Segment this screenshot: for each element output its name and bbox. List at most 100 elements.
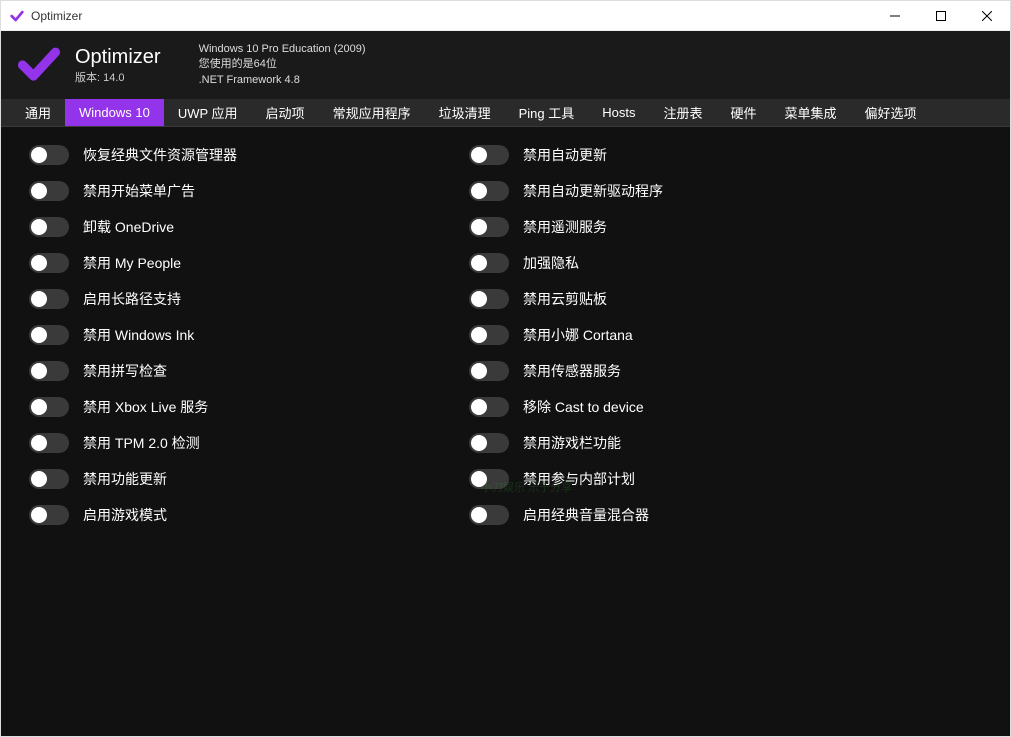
tab-7[interactable]: Hosts [588, 99, 649, 126]
toggle-knob [31, 255, 47, 271]
window-title: Optimizer [31, 9, 872, 23]
toggle-row-left-3: 禁用 My People [29, 253, 429, 273]
toggle-label: 禁用拼写检查 [83, 361, 167, 381]
net-info: .NET Framework 4.8 [199, 73, 366, 88]
toggle-knob [471, 363, 487, 379]
toggle-label: 禁用云剪贴板 [523, 289, 607, 309]
toggle-switch[interactable] [29, 433, 69, 453]
toggle-switch[interactable] [29, 397, 69, 417]
app-window: Optimizer Optimizer 版本: 14.0 Win [0, 0, 1011, 737]
close-button[interactable] [964, 1, 1010, 30]
tab-4[interactable]: 常规应用程序 [319, 99, 425, 126]
toggle-knob [31, 327, 47, 343]
toggle-label: 禁用自动更新 [523, 145, 607, 165]
toggle-switch[interactable] [29, 253, 69, 273]
toggle-row-left-9: 禁用功能更新 [29, 469, 429, 489]
toggle-switch[interactable] [469, 289, 509, 309]
titlebar: Optimizer [1, 1, 1010, 31]
app-body: Optimizer 版本: 14.0 Windows 10 Pro Educat… [1, 31, 1010, 736]
toggle-knob [471, 471, 487, 487]
toggle-switch[interactable] [29, 505, 69, 525]
toggle-switch[interactable] [29, 469, 69, 489]
toggle-knob [31, 435, 47, 451]
toggle-switch[interactable] [469, 217, 509, 237]
tab-1[interactable]: Windows 10 [65, 99, 164, 126]
toggle-row-right-2: 禁用遥测服务 [469, 217, 869, 237]
toggle-row-right-1: 禁用自动更新驱动程序 [469, 181, 869, 201]
toggle-row-right-5: 禁用小娜 Cortana [469, 325, 869, 345]
app-name: Optimizer [75, 46, 161, 69]
tab-5[interactable]: 垃圾清理 [425, 99, 505, 126]
tab-8[interactable]: 注册表 [649, 99, 716, 126]
toggle-label: 禁用开始菜单广告 [83, 181, 195, 201]
toggle-switch[interactable] [469, 325, 509, 345]
toggle-label: 恢复经典文件资源管理器 [83, 145, 237, 165]
tab-bar: 通用Windows 10UWP 应用启动项常规应用程序垃圾清理Ping 工具Ho… [1, 99, 1010, 127]
toggle-label: 禁用小娜 Cortana [523, 325, 633, 345]
toggle-knob [31, 507, 47, 523]
toggle-row-left-10: 启用游戏模式 [29, 505, 429, 525]
toggle-switch[interactable] [29, 145, 69, 165]
toggle-switch[interactable] [29, 325, 69, 345]
toggle-knob [471, 399, 487, 415]
tab-0[interactable]: 通用 [11, 99, 65, 126]
app-icon [9, 8, 25, 24]
toggle-knob [31, 399, 47, 415]
logo-check-icon [15, 41, 63, 89]
toggle-knob [471, 255, 487, 271]
toggle-knob [31, 219, 47, 235]
toggle-label: 禁用功能更新 [83, 469, 167, 489]
toggle-label: 启用长路径支持 [83, 289, 181, 309]
toggle-row-right-8: 禁用游戏栏功能 [469, 433, 869, 453]
toggle-column-left: 恢复经典文件资源管理器禁用开始菜单广告卸载 OneDrive禁用 My Peop… [29, 145, 429, 718]
app-header: Optimizer 版本: 14.0 Windows 10 Pro Educat… [1, 31, 1010, 99]
toggle-knob [31, 183, 47, 199]
toggle-label: 禁用 Windows Ink [83, 325, 194, 345]
toggle-row-left-1: 禁用开始菜单广告 [29, 181, 429, 201]
toggle-knob [471, 327, 487, 343]
toggle-knob [31, 291, 47, 307]
toggle-row-right-9: 禁用参与内部计划 [469, 469, 869, 489]
toggle-knob [471, 219, 487, 235]
tab-9[interactable]: 硬件 [716, 99, 770, 126]
toggle-switch[interactable] [469, 253, 509, 273]
tab-10[interactable]: 菜单集成 [771, 99, 851, 126]
content-area: 恢复经典文件资源管理器禁用开始菜单广告卸载 OneDrive禁用 My Peop… [1, 127, 1010, 736]
toggle-row-right-7: 移除 Cast to device [469, 397, 869, 417]
toggle-switch[interactable] [469, 505, 509, 525]
tab-6[interactable]: Ping 工具 [505, 99, 589, 126]
toggle-switch[interactable] [469, 181, 509, 201]
toggle-label: 禁用自动更新驱动程序 [523, 181, 663, 201]
toggle-label: 加强隐私 [523, 253, 579, 273]
toggle-row-right-0: 禁用自动更新 [469, 145, 869, 165]
arch-info: 您使用的是64位 [199, 57, 366, 72]
toggle-switch[interactable] [469, 433, 509, 453]
toggle-switch[interactable] [469, 397, 509, 417]
minimize-button[interactable] [872, 1, 918, 30]
toggle-knob [471, 507, 487, 523]
system-info: Windows 10 Pro Education (2009) 您使用的是64位… [199, 42, 366, 88]
tab-11[interactable]: 偏好选项 [851, 99, 931, 126]
maximize-button[interactable] [918, 1, 964, 30]
toggle-switch[interactable] [29, 289, 69, 309]
toggle-switch[interactable] [29, 217, 69, 237]
toggle-label: 移除 Cast to device [523, 397, 644, 417]
toggle-label: 禁用参与内部计划 [523, 469, 635, 489]
toggle-row-left-7: 禁用 Xbox Live 服务 [29, 397, 429, 417]
toggle-label: 启用游戏模式 [83, 505, 167, 525]
toggle-label: 禁用 TPM 2.0 检测 [83, 433, 200, 453]
toggle-switch[interactable] [469, 361, 509, 381]
toggle-row-right-10: 启用经典音量混合器 [469, 505, 869, 525]
toggle-knob [471, 147, 487, 163]
tab-3[interactable]: 启动项 [252, 99, 319, 126]
tab-2[interactable]: UWP 应用 [164, 99, 252, 126]
toggle-switch[interactable] [469, 469, 509, 489]
os-info: Windows 10 Pro Education (2009) [199, 42, 366, 57]
toggle-switch[interactable] [29, 361, 69, 381]
toggle-knob [471, 291, 487, 307]
toggle-switch[interactable] [29, 181, 69, 201]
toggle-row-left-6: 禁用拼写检查 [29, 361, 429, 381]
toggle-label: 禁用 Xbox Live 服务 [83, 397, 208, 417]
toggle-label: 禁用传感器服务 [523, 361, 621, 381]
toggle-switch[interactable] [469, 145, 509, 165]
